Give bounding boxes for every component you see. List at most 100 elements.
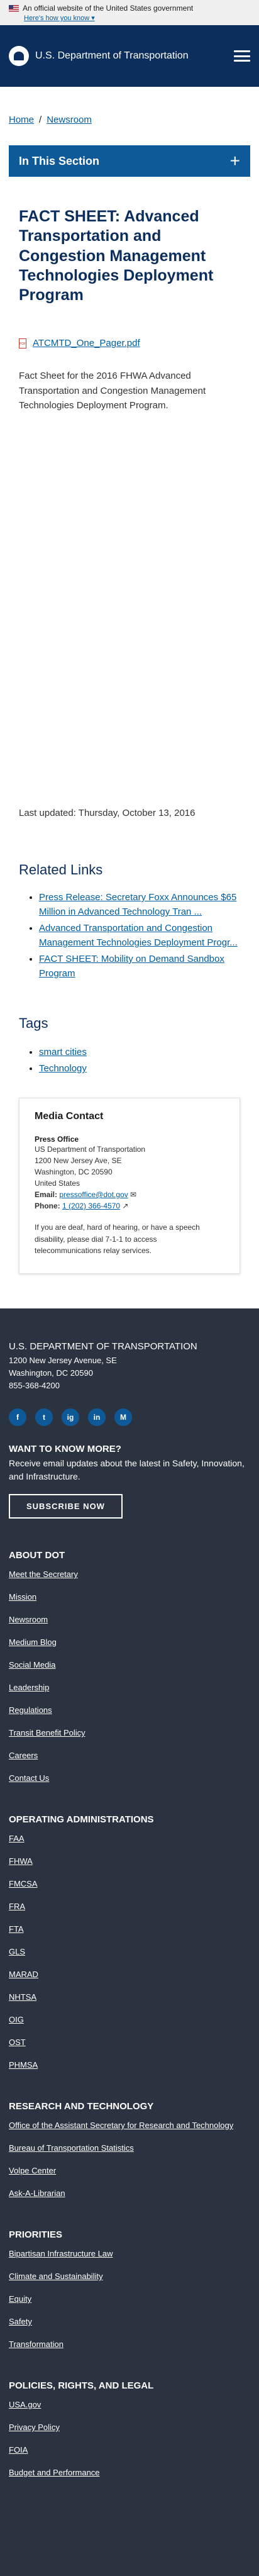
footer-link[interactable]: Office of the Assistant Secretary for Re… xyxy=(9,2121,250,2130)
footer-link[interactable]: Leadership xyxy=(9,1683,250,1692)
press-office-label: Press Office xyxy=(35,1135,79,1144)
tags-heading: Tags xyxy=(19,1015,48,1031)
address-line: United States xyxy=(35,1179,80,1188)
footer-link[interactable]: Safety xyxy=(9,2317,250,2326)
footer-link[interactable]: Transit Benefit Policy xyxy=(9,1728,250,1737)
dot-home-link[interactable]: U.S. Department of Transportation xyxy=(9,46,189,66)
admins-heading: OPERATING ADMINISTRATIONS xyxy=(9,1814,154,1826)
tag-link[interactable]: smart cities xyxy=(39,1047,87,1057)
breadcrumb-separator: / xyxy=(39,114,42,125)
gov-banner: An official website of the United States… xyxy=(0,0,259,25)
us-flag-icon xyxy=(9,4,19,12)
footer-link[interactable]: Meet the Secretary xyxy=(9,1570,250,1579)
footer-link[interactable]: MARAD xyxy=(9,1970,250,1979)
plus-icon: + xyxy=(229,151,240,170)
site-header: U.S. Department of Transportation xyxy=(0,25,259,87)
footer-link[interactable]: Newsroom xyxy=(9,1615,250,1624)
breadcrumb-newsroom[interactable]: Newsroom xyxy=(47,114,92,125)
related-link[interactable]: Press Release: Secretary Foxx Announces … xyxy=(39,892,236,917)
footer-link[interactable]: Ask-A-Librarian xyxy=(9,2188,250,2198)
footer-link[interactable]: Careers xyxy=(9,1751,250,1760)
footer-link[interactable]: OST xyxy=(9,2038,250,2047)
linkedin-icon[interactable]: in xyxy=(88,1408,106,1427)
tags-section: Tags smart cities Technology xyxy=(19,1015,240,1078)
facebook-icon[interactable]: f xyxy=(9,1408,26,1427)
footer-policies: POLICIES, RIGHTS, AND LEGAL USA.gov Priv… xyxy=(9,2380,250,2477)
footer-address: 1200 New Jersey Avenue, SE Washington, D… xyxy=(9,1356,117,1391)
footer-link[interactable]: Equity xyxy=(9,2294,250,2304)
footer-link[interactable]: FOIA xyxy=(9,2445,250,2455)
footer-link[interactable]: USA.gov xyxy=(9,2400,250,2409)
footer-link[interactable]: FTA xyxy=(9,1924,250,1934)
menu-icon[interactable] xyxy=(234,50,250,62)
footer-link[interactable]: NHTSA xyxy=(9,1992,250,2002)
footer-link[interactable]: Climate and Sustainability xyxy=(9,2272,250,2281)
last-updated: Last updated: Thursday, October 13, 2016 xyxy=(19,808,196,818)
in-this-section-toggle[interactable]: In This Section + xyxy=(9,145,250,177)
want-to-know-heading: WANT TO KNOW MORE? xyxy=(9,1444,121,1455)
site-title: U.S. Department of Transportation xyxy=(35,50,189,61)
footer-link[interactable]: Contact Us xyxy=(9,1773,250,1783)
footer-link[interactable]: Social Media xyxy=(9,1660,250,1670)
phone-row: Phone: 1 (202) 366-4570 ↗ xyxy=(35,1202,129,1210)
related-links: Related Links Press Release: Secretary F… xyxy=(19,862,240,983)
list-item: Technology xyxy=(39,1061,240,1077)
footer-link[interactable]: FHWA xyxy=(9,1856,250,1866)
footer-link[interactable]: FMCSA xyxy=(9,1879,250,1888)
footer-admins: OPERATING ADMINISTRATIONS FAA FHWA FMCSA… xyxy=(9,1814,250,2070)
heres-how-you-know-link[interactable]: Here's how you know ▾ xyxy=(24,14,250,22)
twitter-icon[interactable]: t xyxy=(35,1408,53,1427)
footer-link[interactable]: Privacy Policy xyxy=(9,2423,250,2432)
tag-link[interactable]: Technology xyxy=(39,1063,87,1074)
relay-notice: If you are deaf, hard of hearing, or hav… xyxy=(35,1223,200,1256)
pdf-icon xyxy=(19,338,26,348)
media-heading: Media Contact xyxy=(35,1111,104,1122)
footer-link[interactable]: FAA xyxy=(9,1834,250,1843)
footer-title: U.S. DEPARTMENT OF TRANSPORTATION xyxy=(9,1341,197,1352)
footer-link[interactable]: Budget and Performance xyxy=(9,2468,250,2477)
about-heading: ABOUT DOT xyxy=(9,1550,65,1561)
related-heading: Related Links xyxy=(19,862,103,878)
file-attachment: ATCMTD_One_Pager.pdf xyxy=(19,338,240,348)
page-title: FACT SHEET: Advanced Transportation and … xyxy=(19,208,214,304)
want-to-know-desc: Receive email updates about the latest i… xyxy=(9,1458,245,1481)
pdf-link[interactable]: ATCMTD_One_Pager.pdf xyxy=(33,338,140,348)
article-summary: Fact Sheet for the 2016 FHWA Advanced Tr… xyxy=(19,371,206,411)
site-footer: U.S. DEPARTMENT OF TRANSPORTATION 1200 N… xyxy=(0,1308,259,2576)
footer-link[interactable]: Medium Blog xyxy=(9,1637,250,1647)
footer-link[interactable]: Volpe Center xyxy=(9,2166,250,2175)
related-link[interactable]: FACT SHEET: Mobility on Demand Sandbox P… xyxy=(39,954,224,979)
related-link[interactable]: Advanced Transportation and Congestion M… xyxy=(39,923,238,948)
footer-link[interactable]: Bureau of Transportation Statistics xyxy=(9,2143,250,2153)
instagram-icon[interactable]: ig xyxy=(62,1408,79,1427)
address-line: Washington, DC 20590 xyxy=(35,1168,113,1176)
list-item: smart cities xyxy=(39,1044,240,1061)
research-heading: RESEARCH AND TECHNOLOGY xyxy=(9,2101,154,2112)
email-link[interactable]: pressoffice@dot.gov xyxy=(59,1190,128,1199)
footer-priorities: PRIORITIES Bipartisan Infrastructure Law… xyxy=(9,2229,250,2349)
footer-about: ABOUT DOT Meet the Secretary Mission New… xyxy=(9,1550,250,1783)
breadcrumb: Home / Newsroom xyxy=(0,87,259,125)
footer-link[interactable]: Transformation xyxy=(9,2339,250,2349)
email-row: Email: pressoffice@dot.gov ✉ xyxy=(35,1190,137,1199)
list-item: Press Release: Secretary Foxx Announces … xyxy=(39,891,240,919)
section-label: In This Section xyxy=(19,154,100,167)
footer-link[interactable]: OIG xyxy=(9,2015,250,2024)
list-item: Advanced Transportation and Congestion M… xyxy=(39,922,240,950)
dot-logo-icon xyxy=(9,46,29,66)
phone-link[interactable]: 1 (202) 366-4570 xyxy=(62,1202,120,1210)
social-links: f t ig in M xyxy=(9,1408,250,1427)
footer-link[interactable]: PHMSA xyxy=(9,2060,250,2070)
policies-heading: POLICIES, RIGHTS, AND LEGAL xyxy=(9,2380,154,2392)
address-line: 1200 New Jersey Ave, SE xyxy=(35,1156,122,1165)
footer-link[interactable]: FRA xyxy=(9,1902,250,1911)
footer-link[interactable]: Regulations xyxy=(9,1705,250,1715)
footer-link[interactable]: GLS xyxy=(9,1947,250,1956)
footer-research: RESEARCH AND TECHNOLOGY Office of the As… xyxy=(9,2101,250,2198)
footer-link[interactable]: Mission xyxy=(9,1592,250,1602)
footer-link[interactable]: Bipartisan Infrastructure Law xyxy=(9,2249,250,2258)
breadcrumb-home[interactable]: Home xyxy=(9,114,34,125)
subscribe-button[interactable]: SUBSCRIBE NOW xyxy=(9,1494,123,1519)
medium-icon[interactable]: M xyxy=(114,1408,132,1427)
list-item: FACT SHEET: Mobility on Demand Sandbox P… xyxy=(39,952,240,981)
